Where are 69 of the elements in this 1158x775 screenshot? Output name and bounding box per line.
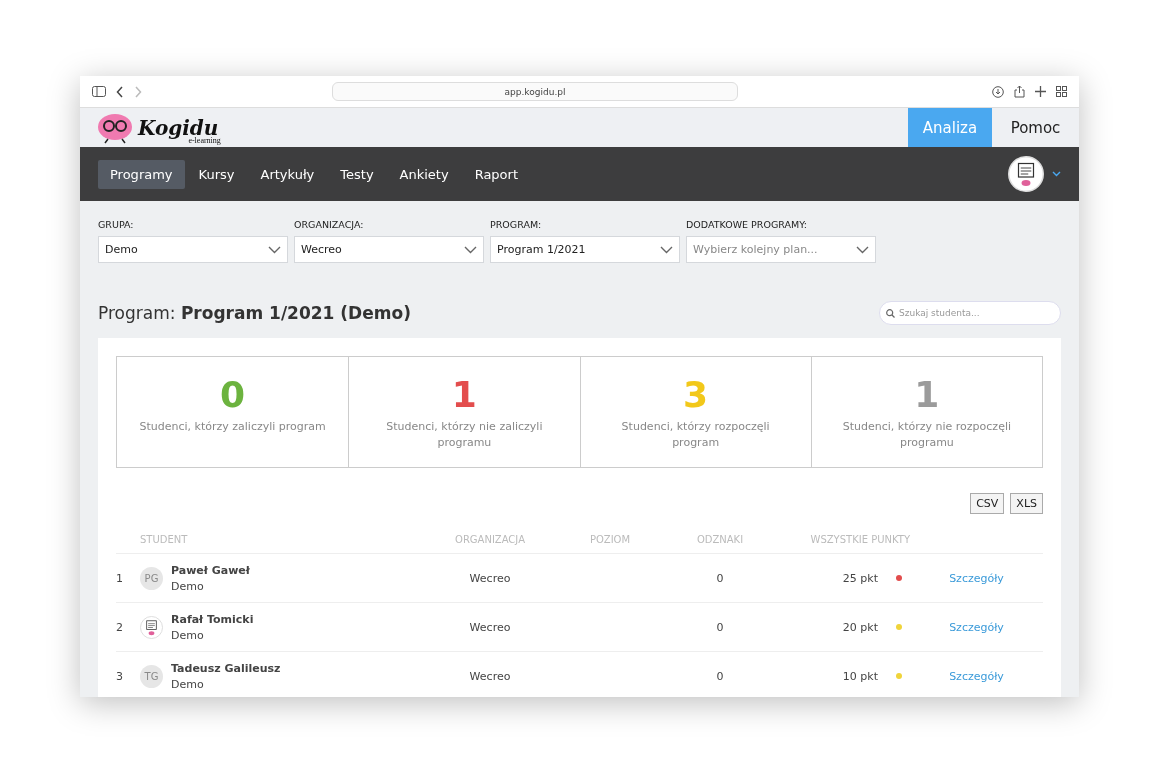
select-field[interactable]: Program 1/2021 [490, 236, 680, 263]
chevron-icon [464, 245, 477, 254]
export-button[interactable]: CSV [970, 493, 1005, 514]
header-button[interactable]: Pomoc [992, 108, 1079, 147]
nav-tab[interactable]: Testy [328, 159, 386, 189]
user-avatar-icon [1008, 156, 1044, 192]
export-button[interactable]: XLS [1010, 493, 1043, 514]
filter-label: PROGRAM: [490, 219, 543, 230]
student-name: Tadeusz Galileusz [171, 661, 281, 675]
nav-tab[interactable]: Raport [462, 159, 530, 189]
stat-value: 1 [451, 377, 477, 413]
column-header: STUDENT [140, 514, 430, 554]
stat-value: 1 [914, 377, 940, 413]
stat-label: Studenci, którzy zaliczyli program [139, 419, 326, 435]
table-cell: 0 [716, 620, 724, 634]
stat-value: 3 [683, 377, 709, 413]
tabs-grid-icon[interactable] [1056, 86, 1067, 97]
filter-label: GRUPA: [98, 219, 135, 230]
select-field[interactable]: Wecreo [294, 236, 484, 263]
chevron-icon [660, 245, 673, 254]
nav-tab[interactable]: Artykuły [248, 159, 327, 189]
filter-label: ORGANIZACJA: [294, 219, 365, 230]
points-cell: 20 pkt [842, 620, 878, 634]
logo-icon [96, 111, 134, 144]
logo-subtitle: e-learning [188, 136, 221, 145]
page-title: Program: Program 1/2021 (Demo) [98, 303, 411, 323]
back-icon[interactable] [116, 85, 124, 98]
download-icon[interactable] [992, 85, 1004, 98]
stat-label: Studenci, którzy nie zaliczyli programu [385, 419, 544, 451]
stat-label: Studenci, którzy nie rozpoczęli programu [841, 419, 1012, 451]
chevron-icon [856, 245, 869, 254]
row-number: 3 [116, 669, 123, 683]
filter-label: DODATKOWE PROGRAMY: [686, 219, 808, 230]
column-header: ORGANIZACJA [430, 514, 550, 554]
share-icon[interactable] [1014, 85, 1025, 98]
student-name: Paweł Gaweł [171, 563, 250, 577]
avatar-initials: PG [140, 566, 163, 590]
logo-text: Kogidu [138, 117, 219, 138]
nav-tab[interactable]: Ankiety [387, 159, 461, 189]
table-cell: 0 [716, 669, 724, 683]
column-header: ODZNAKI [670, 514, 770, 554]
nav-tab[interactable]: Programy [98, 159, 185, 189]
chevron-icon [268, 245, 281, 254]
student-group: Demo [171, 628, 254, 642]
column-header: WSZYSTKIE PUNKTY [770, 514, 910, 554]
avatar-icon [140, 615, 163, 639]
points-cell: 10 pkt [842, 669, 878, 683]
column-header: POZIOM [550, 514, 670, 554]
table-cell: Wecreo [469, 571, 511, 585]
stat-value: 0 [220, 377, 246, 413]
select-field[interactable]: Wybierz kolejny plan... [686, 236, 876, 263]
table-cell: Wecreo [469, 620, 511, 634]
sidebar-icon[interactable] [92, 86, 106, 97]
student-name: Rafał Tomicki [171, 612, 254, 626]
row-number: 1 [116, 571, 123, 585]
select-field[interactable]: Demo [98, 236, 288, 263]
search-icon [886, 308, 895, 318]
table-cell: 0 [716, 571, 724, 585]
stat-label: Studenci, którzy rozpoczęli program [620, 419, 771, 451]
avatar-initials: TG [140, 664, 163, 688]
plus-icon[interactable] [1035, 86, 1046, 97]
row-number: 2 [116, 620, 123, 634]
student-group: Demo [171, 677, 281, 691]
address-bar[interactable]: app.kogidu.pl [332, 82, 738, 101]
student-group: Demo [171, 579, 250, 593]
caret-icon[interactable] [1052, 171, 1061, 177]
table-cell: Wecreo [469, 669, 511, 683]
points-cell: 25 pkt [842, 571, 878, 585]
nav-tab[interactable]: Kursy [186, 159, 247, 189]
